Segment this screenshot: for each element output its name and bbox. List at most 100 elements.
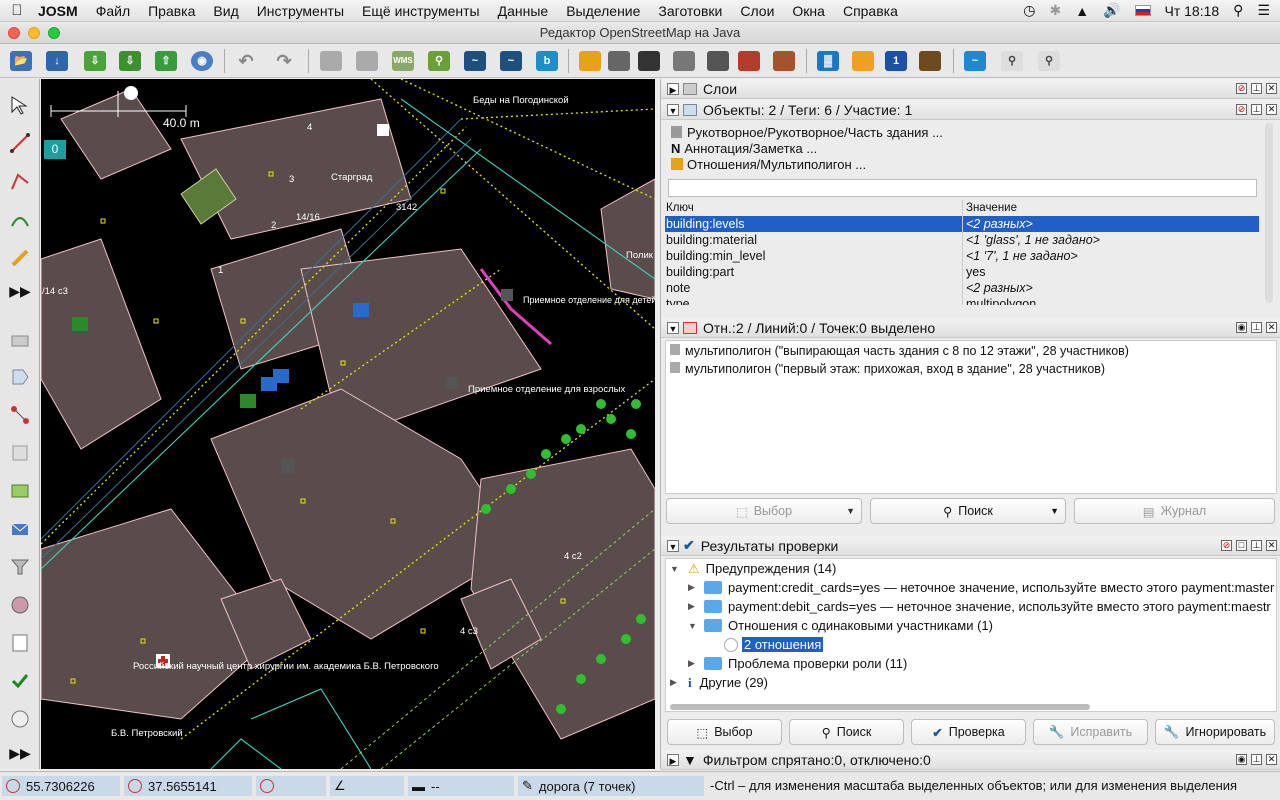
tree-node-selected[interactable]: 2 отношения	[724, 635, 824, 654]
table-row[interactable]: note <2 разных>	[665, 280, 1259, 296]
list-item[interactable]: мультиполигон ("первый этаж: прихожая, в…	[670, 362, 1105, 376]
distance-field[interactable]: ▬ --	[408, 776, 514, 796]
menu-tools[interactable]: Инструменты	[248, 3, 353, 19]
tags-panel-header[interactable]: ▼ Объекты: 2 / Теги: 6 / Участие: 1 ⊘ ⊥ ✕	[661, 100, 1280, 120]
volume-icon[interactable]: 🔊	[1103, 2, 1120, 19]
detach-icon[interactable]: □	[1236, 540, 1247, 551]
panel-close-x-icon[interactable]: ⊘	[1236, 83, 1247, 94]
table-row[interactable]: building:material <1 'glass', 1 не задано…	[665, 232, 1259, 248]
search-button[interactable]: ⚲ Поиск ▼	[870, 498, 1066, 524]
pin-icon[interactable]: ⊥	[1251, 540, 1262, 551]
bing-imagery-icon[interactable]: b	[532, 47, 562, 75]
eye-icon[interactable]: ◉	[1236, 322, 1247, 333]
filter-toggle-icon[interactable]	[6, 553, 34, 581]
wifi-icon[interactable]: ▲	[1075, 3, 1089, 19]
preset-link[interactable]: Отношения/Мультиполигон ...	[671, 157, 866, 172]
preferences-globe-icon[interactable]: ◉	[187, 47, 217, 75]
lasso-tool-icon[interactable]	[6, 167, 34, 195]
horizontal-scrollbar[interactable]	[670, 704, 1090, 710]
preset-road-3-icon[interactable]	[634, 47, 664, 75]
panel-close-x-icon[interactable]: ⊘	[1236, 104, 1247, 115]
messages-icon[interactable]	[6, 515, 34, 543]
menu-file[interactable]: Файл	[87, 3, 139, 19]
angle-field[interactable]: ∠	[330, 776, 404, 796]
imagery-1-icon[interactable]: ~	[460, 47, 490, 75]
latitude-field[interactable]: 55.7306226	[2, 776, 120, 796]
heading-field[interactable]	[256, 776, 326, 796]
selected-way-field[interactable]: ✎ дорога (7 точек)	[518, 776, 704, 796]
close-icon[interactable]: ✕	[1266, 540, 1277, 551]
map-paint-styles-icon[interactable]	[6, 591, 34, 619]
download-area-icon[interactable]: ⇩	[115, 47, 145, 75]
longitude-field[interactable]: 37.5655141	[124, 776, 252, 796]
menu-layers[interactable]: Слои	[731, 3, 783, 19]
validation-search-button[interactable]: ⚲ Поиск	[789, 719, 904, 745]
close-icon[interactable]: ✕	[1266, 322, 1277, 333]
map-view[interactable]: 40.0 m 0 Беды на Погодинской Старград 31…	[41, 79, 655, 769]
pencil-tool-icon[interactable]	[6, 243, 34, 271]
tree-node-warning[interactable]: ▼ Отношения с одинаковыми участниками (1)	[688, 616, 993, 635]
tree-node-other[interactable]: ▶ i Другие (29)	[670, 673, 768, 692]
bluetooth-icon[interactable]: ✱	[1049, 2, 1061, 19]
notes-toggle-icon[interactable]	[6, 629, 34, 657]
search-doc-icon[interactable]: ⚲	[997, 47, 1027, 75]
imagery-toggle-icon[interactable]	[6, 477, 34, 505]
menu-edit[interactable]: Правка	[139, 3, 204, 19]
menu-presets[interactable]: Заготовки	[649, 3, 731, 19]
layers-toggle-icon[interactable]	[6, 325, 34, 353]
notification-center-icon[interactable]: ☰	[1257, 2, 1270, 19]
menu-selection[interactable]: Выделение	[557, 3, 649, 19]
draw-tool-icon[interactable]	[6, 129, 34, 157]
menu-windows[interactable]: Окна	[783, 3, 834, 19]
pin-icon[interactable]: ⊥	[1251, 104, 1262, 115]
save-icon[interactable]: ↓	[42, 47, 72, 75]
select-tool-icon[interactable]	[6, 91, 34, 119]
table-row[interactable]: type multipolygon	[665, 296, 1259, 305]
preset-wall-icon[interactable]	[734, 47, 764, 75]
close-icon[interactable]: ✕	[1266, 83, 1277, 94]
relations-panel-header[interactable]: ▼ Отн.:2 / Линий:0 / Точек:0 выделено ◉ ⊥…	[661, 318, 1280, 338]
upload-icon[interactable]: ⇧	[151, 47, 181, 75]
merge-icon[interactable]	[316, 47, 346, 75]
menubar-clock[interactable]: Чт 18:18	[1165, 3, 1220, 19]
preset-road-1-icon[interactable]	[575, 47, 605, 75]
spotlight-icon[interactable]: ⚲	[1233, 2, 1243, 19]
close-icon[interactable]: ✕	[1266, 754, 1277, 765]
preset-info-icon[interactable]: 1	[881, 47, 911, 75]
collapse-icon[interactable]: ▼	[667, 321, 679, 334]
download-data-icon[interactable]: ⇩	[80, 47, 110, 75]
pin-icon[interactable]: ⊥	[1251, 322, 1262, 333]
undo-icon[interactable]: ↶	[231, 47, 261, 75]
zoom-icon[interactable]: ⚲	[424, 47, 454, 75]
open-file-icon[interactable]: 📂	[6, 47, 36, 75]
tree-node-warning[interactable]: ▶ payment:debit_cards=yes — неточное знач…	[688, 597, 1271, 616]
redo-icon[interactable]: ↷	[269, 47, 299, 75]
col-key[interactable]: Ключ	[665, 200, 963, 216]
more-tools-icon[interactable]: ▶▶	[6, 277, 34, 305]
history-button[interactable]: ▤ Журнал	[1074, 498, 1275, 524]
menu-data[interactable]: Данные	[489, 3, 558, 19]
zoom-level-badge[interactable]: 0	[44, 140, 66, 159]
flag-ru-icon[interactable]	[1134, 5, 1151, 16]
wiki-globe-icon[interactable]	[6, 705, 34, 733]
preset-road-4-icon[interactable]	[669, 47, 699, 75]
plugin-1-icon[interactable]: ~	[960, 47, 990, 75]
preset-factory-icon[interactable]	[915, 47, 945, 75]
preset-shop-icon[interactable]	[848, 47, 878, 75]
preset-link[interactable]: N Аннотация/Заметка ...	[671, 141, 817, 156]
menu-view[interactable]: Вид	[204, 3, 247, 19]
tree-node-warning[interactable]: ▶ Проблема проверки роли (11)	[688, 654, 907, 673]
validate-button[interactable]: ✔ Проверка	[911, 719, 1026, 745]
preset-hotel-icon[interactable]: ▓	[813, 47, 843, 75]
close-window-button[interactable]	[8, 27, 20, 39]
menu-more-tools[interactable]: Ещё инструменты	[353, 3, 489, 19]
select-button[interactable]: ⬚ Выбор ▼	[666, 498, 862, 524]
apple-menu-icon[interactable]: 	[0, 2, 34, 19]
collapse-icon[interactable]: ▼	[667, 103, 679, 116]
col-value[interactable]: Значение	[963, 200, 1259, 216]
tree-node-warning[interactable]: ▶ payment:credit_cards=yes — неточное зна…	[688, 578, 1274, 597]
filter-panel-header[interactable]: ▶ ▼ Фильтром спрятано:0, отключено:0 ◉ ⊥ ✕	[661, 750, 1280, 770]
preset-road-2-icon[interactable]	[604, 47, 634, 75]
ignore-button[interactable]: 🔧 Игнорировать	[1155, 719, 1275, 745]
layers-panel-header[interactable]: ▶ Слои ⊘ ⊥ ✕	[661, 79, 1280, 99]
